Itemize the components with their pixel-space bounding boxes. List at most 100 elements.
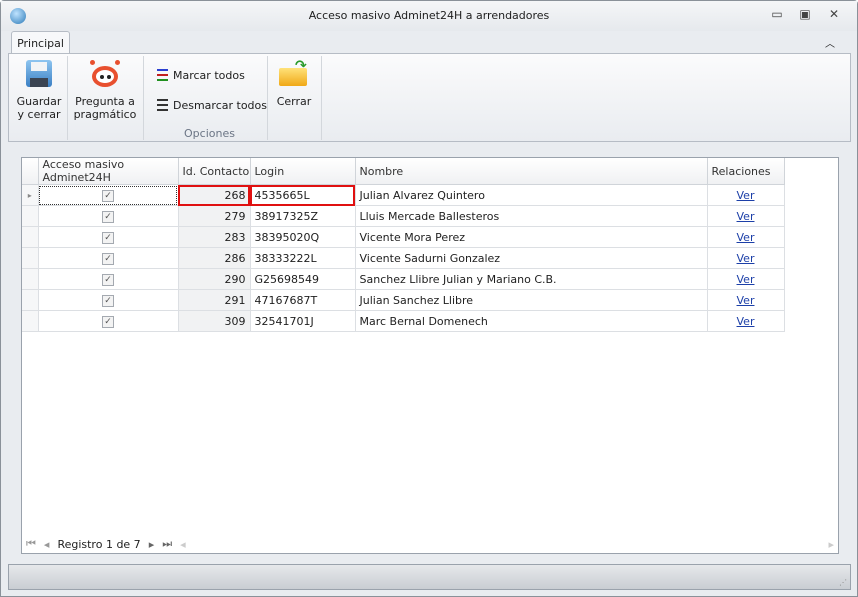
table-row[interactable]: ✓ 283 38395020Q Vicente Mora Perez Ver [22, 226, 785, 248]
check-all-button[interactable]: Marcar todos [157, 66, 245, 84]
tab-principal[interactable]: Principal [11, 31, 70, 54]
row-indicator[interactable] [22, 289, 39, 311]
table-row[interactable]: ✓ 286 38333222L Vicente Sadurni Gonzalez… [22, 247, 785, 269]
checkbox[interactable]: ✓ [102, 253, 114, 265]
scroll-right-icon[interactable]: ▸ [824, 538, 838, 551]
name-cell[interactable]: Julian Alvarez Quintero [355, 184, 708, 206]
table-row[interactable]: ✓ 309 32541701J Marc Bernal Domenech Ver [22, 310, 785, 332]
table-row[interactable]: ✓ 291 47167687T Julian Sanchez Llibre Ve… [22, 289, 785, 311]
id-cell[interactable]: 290 [178, 268, 251, 290]
login-cell[interactable]: 4535665L [250, 184, 356, 206]
table-row[interactable]: ✓ 290 G25698549 Sanchez Llibre Julian y … [22, 268, 785, 290]
ver-link[interactable]: Ver [737, 252, 755, 265]
checkbox[interactable]: ✓ [102, 232, 114, 244]
login-cell[interactable]: 47167687T [250, 289, 356, 311]
uncheck-all-button[interactable]: Desmarcar todos [157, 96, 267, 114]
name-cell[interactable]: Vicente Mora Perez [355, 226, 708, 248]
id-cell[interactable]: 268 [178, 184, 251, 206]
checkbox[interactable]: ✓ [102, 211, 114, 223]
name-cell[interactable]: Lluis Mercade Ballesteros [355, 205, 708, 227]
ver-link[interactable]: Ver [737, 231, 755, 244]
acceso-cell[interactable]: ✓ [38, 226, 179, 248]
login-cell[interactable]: G25698549 [250, 268, 356, 290]
ribbon: Guardar y cerrar Pregunta a pragmático M… [8, 53, 851, 142]
acceso-cell[interactable]: ✓ [38, 289, 179, 311]
row-indicator[interactable] [22, 226, 39, 248]
checkbox[interactable]: ✓ [102, 190, 114, 202]
login-cell[interactable]: 38917325Z [250, 205, 356, 227]
id-cell[interactable]: 279 [178, 205, 251, 227]
robot-icon [90, 60, 120, 87]
acceso-cell[interactable]: ✓ [38, 184, 179, 206]
column-header-id[interactable]: Id. Contacto [178, 158, 251, 185]
table-row[interactable]: ▸ ✓ 268 4535665L Julian Alvarez Quintero… [22, 184, 785, 206]
row-indicator[interactable] [22, 310, 39, 332]
name-cell[interactable]: Marc Bernal Domenech [355, 310, 708, 332]
ver-link[interactable]: Ver [737, 189, 755, 202]
acceso-cell[interactable]: ✓ [38, 268, 179, 290]
grid-header: Acceso masivo Adminet24H Id. Contacto Lo… [22, 158, 785, 185]
close-button[interactable]: ↷ Cerrar [273, 59, 315, 108]
relaciones-cell[interactable]: Ver [707, 268, 785, 290]
indicator-header [22, 158, 39, 185]
checkbox[interactable]: ✓ [102, 274, 114, 286]
id-cell[interactable]: 291 [178, 289, 251, 311]
relaciones-cell[interactable]: Ver [707, 289, 785, 311]
scroll-left-icon[interactable]: ◂ [176, 538, 190, 551]
window: Acceso masivo Adminet24H a arrendadores … [0, 0, 858, 597]
data-grid: Acceso masivo Adminet24H Id. Contacto Lo… [21, 157, 839, 554]
title-bar: Acceso masivo Adminet24H a arrendadores … [1, 1, 857, 31]
relaciones-cell[interactable]: Ver [707, 184, 785, 206]
close-icon[interactable]: ✕ [824, 7, 844, 23]
resize-grip-icon[interactable]: ⋰ [839, 578, 847, 587]
ver-link[interactable]: Ver [737, 273, 755, 286]
checkbox[interactable]: ✓ [102, 316, 114, 328]
column-header-login[interactable]: Login [250, 158, 356, 185]
ver-link[interactable]: Ver [737, 294, 755, 307]
relaciones-cell[interactable]: Ver [707, 247, 785, 269]
checklist-icon [157, 69, 168, 81]
next-record-icon[interactable]: ▸ [145, 538, 159, 551]
close-label: Cerrar [276, 95, 312, 108]
acceso-cell[interactable]: ✓ [38, 205, 179, 227]
id-cell[interactable]: 309 [178, 310, 251, 332]
last-record-icon[interactable]: ⏭ [158, 537, 176, 551]
row-indicator[interactable]: ▸ [22, 184, 39, 206]
column-header-acceso[interactable]: Acceso masivo Adminet24H [38, 158, 179, 185]
acceso-cell[interactable]: ✓ [38, 310, 179, 332]
name-cell[interactable]: Sanchez Llibre Julian y Mariano C.B. [355, 268, 708, 290]
acceso-cell[interactable]: ✓ [38, 247, 179, 269]
login-cell[interactable]: 38333222L [250, 247, 356, 269]
relaciones-cell[interactable]: Ver [707, 226, 785, 248]
checkbox[interactable]: ✓ [102, 295, 114, 307]
ask-pragmatico-button[interactable]: Pregunta a pragmático [73, 60, 137, 121]
column-header-relaciones[interactable]: Relaciones [707, 158, 785, 185]
relaciones-cell[interactable]: Ver [707, 310, 785, 332]
name-cell[interactable]: Julian Sanchez Llibre [355, 289, 708, 311]
relaciones-cell[interactable]: Ver [707, 205, 785, 227]
table-row[interactable]: ✓ 279 38917325Z Lluis Mercade Ballestero… [22, 205, 785, 227]
list-icon [157, 99, 168, 111]
ask-pragmatico-label: Pregunta a pragmático [73, 95, 137, 121]
restore-icon[interactable]: ▣ [795, 7, 815, 23]
name-cell[interactable]: Vicente Sadurni Gonzalez [355, 247, 708, 269]
id-cell[interactable]: 286 [178, 247, 251, 269]
login-cell[interactable]: 32541701J [250, 310, 356, 332]
column-header-nombre[interactable]: Nombre [355, 158, 708, 185]
save-close-button[interactable]: Guardar y cerrar [15, 60, 63, 121]
id-cell[interactable]: 283 [178, 226, 251, 248]
ver-link[interactable]: Ver [737, 315, 755, 328]
row-indicator[interactable] [22, 247, 39, 269]
save-close-label: Guardar y cerrar [16, 95, 62, 121]
prev-record-icon[interactable]: ◂ [40, 538, 54, 551]
status-bar: ⋰ [8, 564, 851, 590]
first-record-icon[interactable]: ⏮ [22, 537, 40, 551]
row-indicator[interactable] [22, 268, 39, 290]
collapse-ribbon-icon[interactable]: ︿ [822, 35, 838, 50]
ver-link[interactable]: Ver [737, 210, 755, 223]
minimize-icon[interactable]: ▭ [767, 7, 787, 23]
row-indicator[interactable] [22, 205, 39, 227]
group-label-opciones: Opciones [184, 127, 235, 140]
login-cell[interactable]: 38395020Q [250, 226, 356, 248]
record-navigator: ⏮ ◂ Registro 1 de 7 ▸ ⏭ ◂ ▸ [22, 535, 838, 553]
